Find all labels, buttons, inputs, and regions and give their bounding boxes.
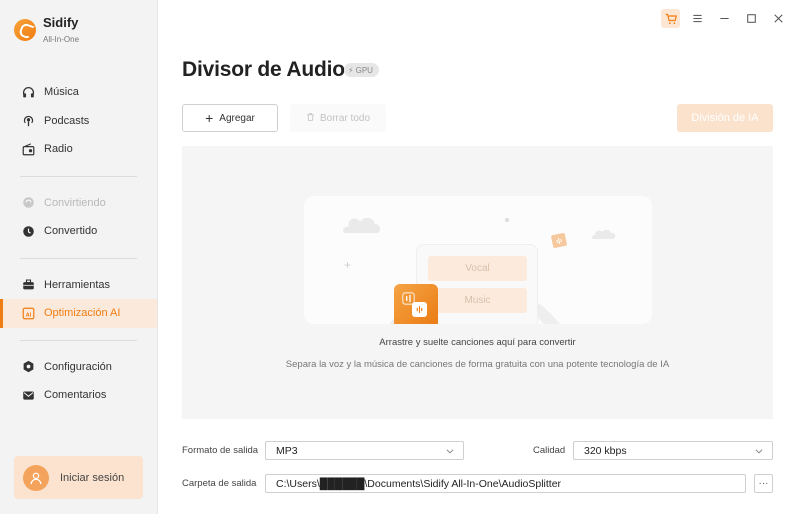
gear-icon [22,360,35,373]
sidebar-item-label: Podcasts [44,114,90,127]
maximize-icon[interactable] [742,9,761,28]
sidebar-item-musica[interactable]: Música [0,78,157,107]
add-button[interactable]: + Agregar [182,104,278,132]
mail-icon [22,389,35,402]
drop-description: Separa la voz y la música de canciones d… [285,359,670,370]
ai-split-label: División de IA [691,112,759,124]
sidebar-item-configuracion[interactable]: Configuración [0,353,157,382]
browse-label: ··· [758,478,769,489]
add-button-label: Agregar [219,112,255,124]
radio-icon [22,143,35,156]
sidebar-item-label: Radio [44,143,73,156]
brand: Sidify All-In-One [14,16,79,44]
login-label: Iniciar sesión [60,471,125,484]
quality-value: 320 kbps [584,444,627,457]
sidebar-nav: Música Podcasts Radio Convirtiendo Conve… [0,78,157,410]
avatar [23,464,49,491]
output-format-select[interactable]: MP3 [265,441,464,460]
sidebar-item-optimizacion-ai[interactable]: AI Optimización AI [0,299,157,328]
ai-icon: AI [22,307,35,320]
page-title: Divisor de Audio [182,58,345,81]
drop-instruction: Arrastre y suelte canciones aquí para co… [379,337,576,348]
sidebar-item-herramientas[interactable]: Herramientas [0,271,157,300]
sidebar-item-convirtiendo[interactable]: Convirtiendo [0,189,157,218]
lightning-icon: ⚡ [348,65,354,75]
music-track: Music [428,288,527,313]
sidebar-item-label: Convirtiendo [44,196,106,209]
sidebar-divider [20,339,137,341]
vocal-track: Vocal [428,256,527,281]
audio-app-icon [394,284,438,324]
app-name: Sidify [43,15,79,30]
close-icon[interactable] [769,9,788,28]
output-folder-field[interactable]: C:\Users\██████\Documents\Sidify All-In-… [265,474,746,493]
output-format-label: Formato de salida [182,445,259,456]
podcast-icon [22,114,35,127]
sidebar-item-radio[interactable]: Radio [0,135,157,164]
sidebar-divider [20,175,137,177]
plus-icon: + [205,110,214,126]
sidebar-item-label: Comentarios [44,389,107,402]
cart-icon[interactable] [661,9,680,28]
sidebar-item-label: Música [44,86,79,99]
menu-icon[interactable] [688,9,707,28]
cloud-icon [343,218,380,233]
sidebar-item-label: Convertido [44,225,98,238]
gpu-badge-label: GPU [355,65,373,75]
browse-folder-button[interactable]: ··· [754,474,773,493]
toolbox-icon [22,278,35,291]
login-button[interactable]: Iniciar sesión [14,456,143,499]
window-controls [661,9,788,28]
svg-text:AI: AI [26,312,32,318]
sidebar-item-comentarios[interactable]: Comentarios [0,381,157,410]
ai-split-button[interactable]: División de IA [677,104,773,132]
drop-illustration: + Vocal Music [304,196,652,324]
sidebar-divider [20,257,137,259]
trash-icon [306,112,315,125]
sidify-logo-icon [14,19,36,41]
waveform-icon [550,232,568,249]
minimize-icon[interactable] [715,9,734,28]
cloud-icon [591,230,616,239]
sidebar-item-label: Optimización AI [44,307,121,320]
drop-zone[interactable]: + Vocal Music Arrastre y suelte cancione… [182,146,773,419]
chevron-down-icon [446,449,454,454]
converting-icon [22,196,35,209]
sidebar: Sidify All-In-One Música Podcasts Radio [0,0,158,514]
sidebar-item-convertido[interactable]: Convertido [0,217,157,246]
user-icon [30,472,42,484]
headphones-icon [22,86,35,99]
sparkle-icon: + [344,258,352,272]
dot-icon [505,218,509,222]
sidebar-item-podcasts[interactable]: Podcasts [0,107,157,136]
output-folder-label: Carpeta de salida [182,478,257,489]
app-subtitle: All-In-One [43,35,80,44]
quality-select[interactable]: 320 kbps [573,441,773,460]
clear-all-label: Borrar todo [319,112,371,124]
quality-label: Calidad [533,445,566,456]
clear-all-button[interactable]: Borrar todo [290,104,386,132]
sidebar-item-label: Configuración [44,360,112,373]
gpu-badge: ⚡ GPU [344,63,379,77]
clock-icon [22,225,35,238]
sidebar-item-label: Herramientas [44,278,111,291]
output-folder-path: C:\Users\██████\Documents\Sidify All-In-… [276,477,562,490]
output-format-value: MP3 [276,444,298,457]
chevron-down-icon [755,449,763,454]
